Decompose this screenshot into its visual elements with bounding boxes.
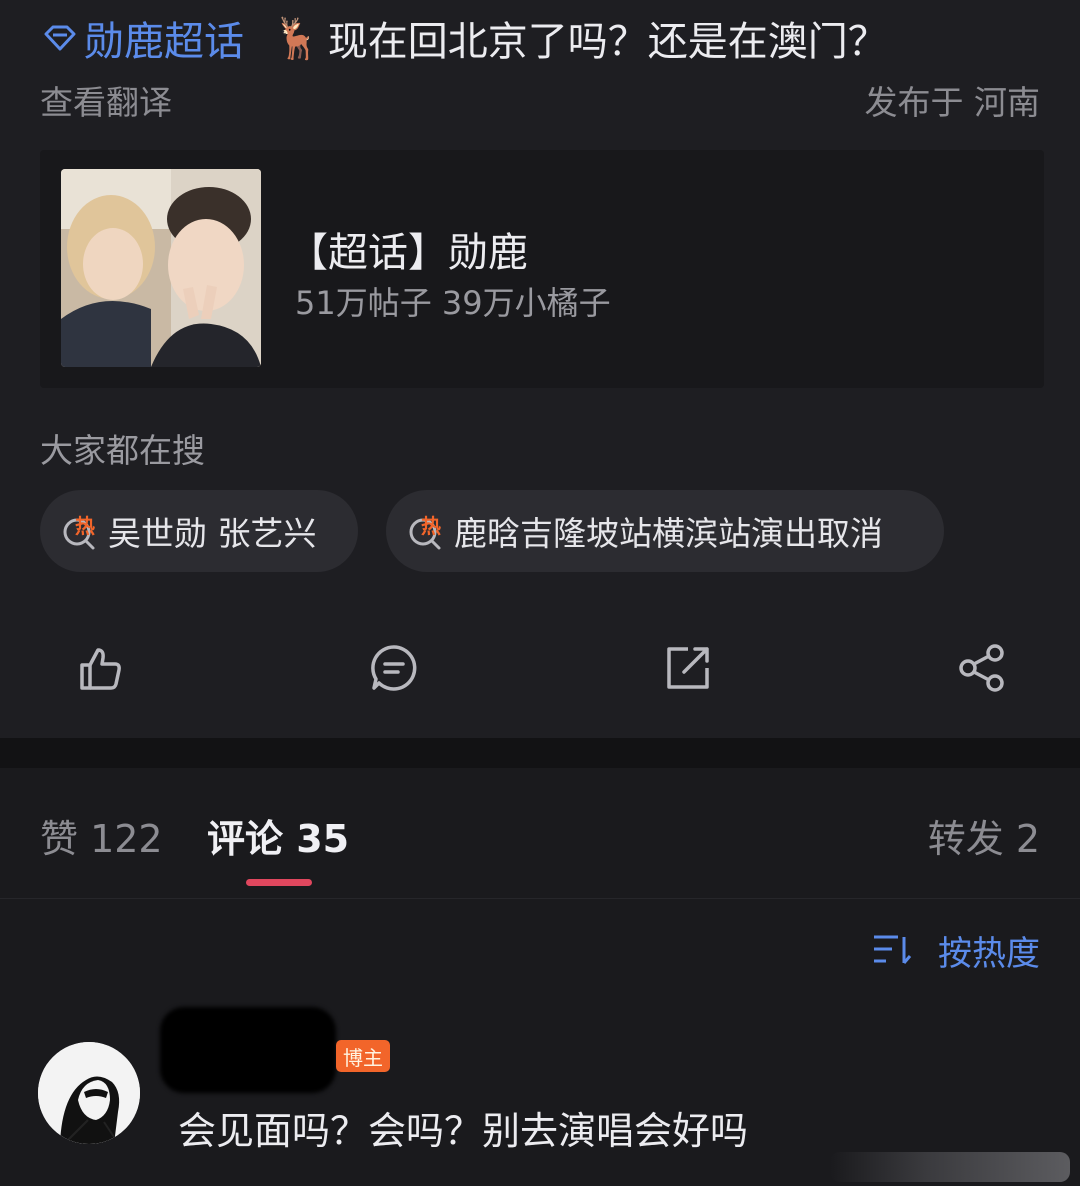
repost-icon bbox=[667, 647, 709, 689]
diamond-icon bbox=[44, 25, 76, 51]
watermark bbox=[830, 1152, 1070, 1182]
comments-section: 赞 122 评论 35 转发 2 按热度 博主 会见面吗？会吗？别去演唱会好吗 bbox=[0, 768, 1080, 1186]
tab-likes[interactable]: 赞 122 bbox=[40, 808, 163, 863]
sort-button[interactable]: 按热度 bbox=[872, 928, 1040, 974]
post-title: 现在回北京了吗？还是在澳门？ bbox=[327, 19, 888, 65]
hot-search-icon: 热 bbox=[406, 510, 448, 552]
topic-cover-image bbox=[61, 169, 261, 367]
topic-link-label: 勋鹿超话 bbox=[84, 19, 244, 65]
topic-link[interactable]: 勋鹿超话 bbox=[40, 9, 244, 67]
deer-emoji: 🦌 bbox=[272, 15, 322, 62]
trending-search-label: 吴世勋 张艺兴 bbox=[108, 514, 317, 553]
tab-reposts[interactable]: 转发 2 bbox=[928, 808, 1040, 863]
hot-badge: 热 bbox=[75, 514, 95, 538]
trending-search-chip[interactable]: 热 鹿晗吉隆坡站横滨站演出取消 bbox=[386, 490, 944, 572]
sort-label: 按热度 bbox=[938, 933, 1040, 974]
trending-search-chip[interactable]: 热 吴世勋 张艺兴 bbox=[40, 490, 358, 572]
repost-button[interactable] bbox=[660, 640, 716, 696]
share-button[interactable] bbox=[954, 640, 1010, 696]
avatar[interactable] bbox=[38, 1042, 140, 1144]
translate-link[interactable]: 查看翻译 bbox=[40, 76, 172, 124]
like-button[interactable] bbox=[72, 640, 128, 696]
share-icon bbox=[959, 644, 1004, 692]
username-redacted bbox=[160, 1007, 336, 1093]
post-section: 勋鹿超话 🦌 现在回北京了吗？还是在澳门？ 查看翻译 发布于 河南 【超话】勋鹿… bbox=[0, 0, 1080, 738]
trending-search-title: 大家都在搜 bbox=[40, 431, 205, 470]
sort-icon bbox=[874, 935, 912, 964]
topic-card-stats: 51万帖子 39万小橘子 bbox=[295, 284, 611, 322]
post-title-row: 勋鹿超话 🦌 现在回北京了吗？还是在澳门？ bbox=[40, 6, 888, 70]
hot-badge: 热 bbox=[421, 514, 441, 538]
topic-card[interactable]: 【超话】勋鹿 51万帖子 39万小橘子 bbox=[40, 150, 1044, 388]
tab-divider bbox=[0, 898, 1080, 899]
thumbs-up-icon bbox=[80, 648, 121, 690]
trending-search-label: 鹿晗吉隆坡站横滨站演出取消 bbox=[454, 514, 883, 553]
comment-text: 会见面吗？会吗？别去演唱会好吗 bbox=[178, 1109, 749, 1153]
tab-comments[interactable]: 评论 35 bbox=[207, 808, 349, 863]
hot-search-icon: 热 bbox=[60, 510, 102, 552]
comment-icon bbox=[371, 645, 417, 691]
section-divider bbox=[0, 738, 1080, 768]
post-action-bar bbox=[0, 630, 1080, 706]
topic-card-title: 【超话】勋鹿 bbox=[288, 230, 528, 276]
post-location: 发布于 河南 bbox=[864, 83, 1041, 122]
comment-button[interactable] bbox=[366, 640, 422, 696]
comment-item: 博主 会见面吗？会吗？别去演唱会好吗 bbox=[0, 1004, 1080, 1186]
active-tab-indicator bbox=[246, 879, 312, 886]
author-badge: 博主 bbox=[336, 1040, 390, 1072]
